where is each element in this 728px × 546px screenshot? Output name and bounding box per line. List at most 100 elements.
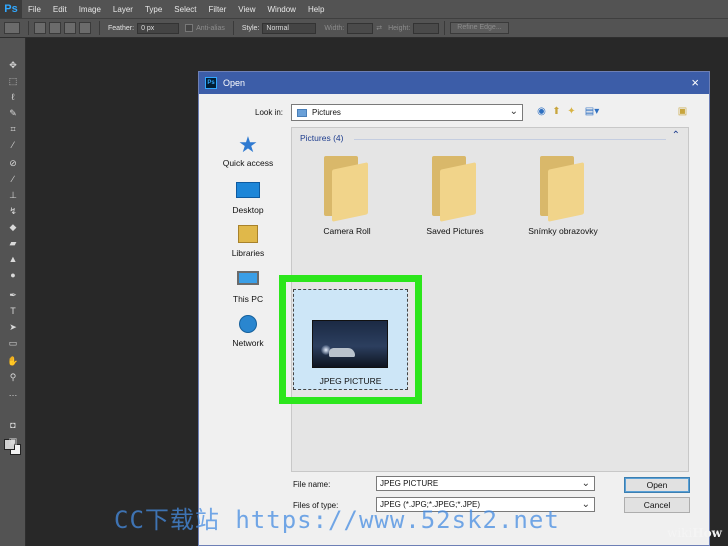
menu-select[interactable]: Select (168, 5, 202, 14)
up-folder-icon[interactable]: ⬆ (551, 106, 562, 117)
menu-filter[interactable]: Filter (203, 5, 233, 14)
zoom-icon[interactable]: ⚲ (7, 372, 19, 382)
type-tool-icon[interactable]: T (7, 306, 19, 316)
view-menu-icon[interactable]: ▤▾ (583, 106, 601, 117)
place-network[interactable]: Network (213, 314, 283, 348)
options-bar: Feather: 0 px Anti-alias Style: Normal W… (0, 18, 728, 38)
menu-file[interactable]: File (22, 5, 47, 14)
collapse-icon[interactable]: ⌃ (672, 130, 680, 141)
hand-icon[interactable]: ✋ (7, 356, 19, 366)
star-icon: ★ (238, 132, 258, 157)
eyedropper-icon[interactable]: ⁄ (7, 140, 19, 150)
antialias-checkbox[interactable] (185, 24, 194, 32)
open-button[interactable]: Open (624, 477, 690, 493)
screen-mode-icon[interactable]: ▣ (7, 436, 19, 446)
file-name-label: File name: (293, 480, 331, 489)
place-label: This PC (232, 294, 264, 304)
pictures-folder-icon (297, 109, 307, 117)
menu-type[interactable]: Type (139, 5, 168, 14)
photoshop-logo: Ps (0, 0, 22, 18)
wikihow-how: How (692, 526, 722, 540)
move-tool-icon[interactable]: ✥ (7, 60, 19, 70)
eraser-icon[interactable]: ◆ (7, 222, 19, 232)
jpeg-file-item[interactable]: JPEG PICTURE (293, 289, 408, 390)
height-input[interactable] (413, 22, 440, 34)
back-icon[interactable]: ◉ (536, 106, 547, 117)
blur-icon[interactable]: ▲ (7, 254, 19, 264)
new-folder-icon-2[interactable]: ▣ (677, 106, 688, 117)
folder-icon (432, 156, 478, 222)
divider (99, 21, 100, 35)
lookin-dropdown[interactable]: Pictures ⌄ (291, 104, 523, 121)
file-name-input[interactable]: JPEG PICTURE ⌄ (376, 476, 595, 491)
feather-input[interactable]: 0 px (137, 22, 180, 34)
file-name-value: JPEG PICTURE (380, 479, 439, 488)
menu-layer[interactable]: Layer (107, 5, 139, 14)
brush-icon[interactable]: ∕ (7, 174, 19, 184)
lookin-row: Look in: Pictures ⌄ ◉ ⬆ ✦ ▤▾ ▣ (199, 104, 709, 122)
marquee-tool-preset-icon[interactable] (4, 22, 20, 34)
place-libraries[interactable]: Libraries (213, 224, 283, 258)
rectangular-marquee-icon[interactable]: ⬚ (7, 76, 19, 86)
swap-icon[interactable]: ⇄ (376, 24, 382, 32)
pen-icon[interactable]: ✒ (7, 290, 19, 300)
refine-edge-button[interactable]: Refine Edge... (450, 22, 509, 34)
wikihow-wiki: wiki (667, 526, 693, 540)
folder-label: Saved Pictures (426, 226, 484, 236)
lookin-value: Pictures (312, 108, 341, 117)
style-select[interactable]: Normal (262, 22, 317, 34)
antialias-label: Anti-alias (196, 24, 225, 32)
group-header[interactable]: Pictures (4) (300, 133, 343, 143)
open-dialog: Ps Open × Look in: Pictures ⌄ ◉ ⬆ ✦ ▤▾ ▣… (198, 71, 710, 546)
place-this-pc[interactable]: This PC (213, 269, 283, 304)
folder-camera-roll[interactable]: Camera Roll (302, 156, 392, 236)
width-label: Width: (324, 24, 345, 32)
intersect-selection-icon[interactable] (79, 22, 91, 34)
quick-mask-icon[interactable]: ◘ (7, 420, 19, 430)
place-quick-access[interactable]: ★ Quick access (213, 132, 283, 169)
new-folder-icon[interactable]: ✦ (566, 106, 577, 117)
site-watermark: CC下载站 https://www.52sk2.net (114, 506, 560, 534)
menu-help[interactable]: Help (302, 5, 330, 14)
width-input[interactable] (347, 22, 374, 34)
tools-panel: ✥ ⬚ ℓ ✎ ⌗ ⁄ ⊘ ∕ ⊥ ↯ ◆ ▰ ▲ ● ✒ T ➤ ▭ ✋ ⚲ … (0, 38, 26, 546)
menu-window[interactable]: Window (262, 5, 302, 14)
new-selection-icon[interactable] (34, 22, 46, 34)
clone-stamp-icon[interactable]: ⊥ (7, 190, 19, 200)
place-label: Desktop (232, 205, 264, 215)
folder-saved-pictures[interactable]: Saved Pictures (410, 156, 500, 236)
car-shape (329, 348, 355, 357)
computer-icon (235, 271, 261, 291)
menu-view[interactable]: View (232, 5, 261, 14)
desktop-icon (235, 182, 261, 202)
place-desktop[interactable]: Desktop (213, 180, 283, 215)
rectangle-tool-icon[interactable]: ▭ (7, 338, 19, 348)
healing-brush-icon[interactable]: ⊘ (7, 158, 19, 168)
add-selection-icon[interactable] (49, 22, 61, 34)
history-brush-icon[interactable]: ↯ (7, 206, 19, 216)
menu-edit[interactable]: Edit (47, 5, 73, 14)
menu-image[interactable]: Image (73, 5, 107, 14)
dodge-icon[interactable]: ● (7, 270, 19, 280)
lasso-icon[interactable]: ℓ (7, 92, 19, 102)
folder-label: Camera Roll (323, 226, 371, 236)
chevron-down-icon: ⌄ (581, 478, 590, 489)
quick-select-icon[interactable]: ✎ (7, 108, 19, 118)
folder-icon (540, 156, 586, 222)
place-label: Libraries (231, 248, 265, 258)
more-tools-icon[interactable]: … (7, 388, 19, 398)
close-icon[interactable]: × (691, 75, 699, 90)
cancel-button[interactable]: Cancel (624, 497, 690, 513)
crop-icon[interactable]: ⌗ (7, 124, 19, 134)
folder-screenshots[interactable]: Snímky obrazovky (518, 156, 608, 236)
menu-bar: Ps File Edit Image Layer Type Select Fil… (0, 0, 728, 18)
dialog-title: Open (223, 78, 246, 88)
file-label: JPEG PICTURE (319, 376, 382, 386)
place-label: Quick access (222, 158, 274, 168)
subtract-selection-icon[interactable] (64, 22, 76, 34)
dialog-titlebar: Ps Open × (199, 72, 709, 94)
paint-bucket-icon[interactable]: ▰ (7, 238, 19, 248)
chevron-down-icon: ⌄ (509, 106, 518, 117)
place-label: Network (232, 338, 264, 348)
path-selection-icon[interactable]: ➤ (7, 322, 19, 332)
